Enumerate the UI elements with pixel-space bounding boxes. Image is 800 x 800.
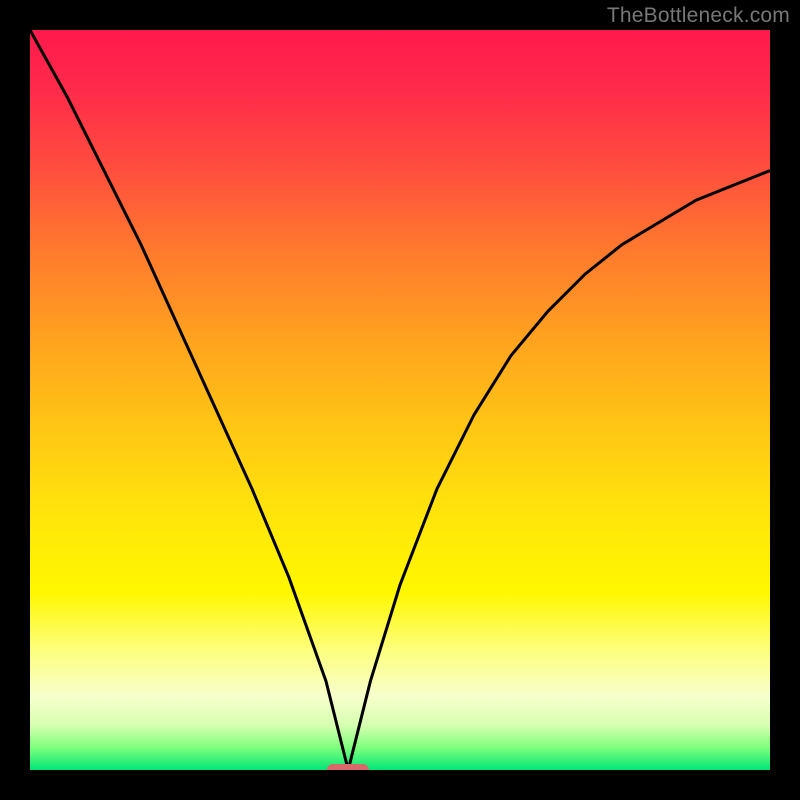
watermark-text: TheBottleneck.com [607, 4, 790, 28]
right-branch-curve [348, 171, 770, 770]
chart-frame: TheBottleneck.com [0, 0, 800, 800]
left-branch-curve [30, 30, 348, 770]
curve-layer [30, 30, 770, 770]
bottleneck-marker [327, 764, 369, 770]
plot-area [30, 30, 770, 770]
